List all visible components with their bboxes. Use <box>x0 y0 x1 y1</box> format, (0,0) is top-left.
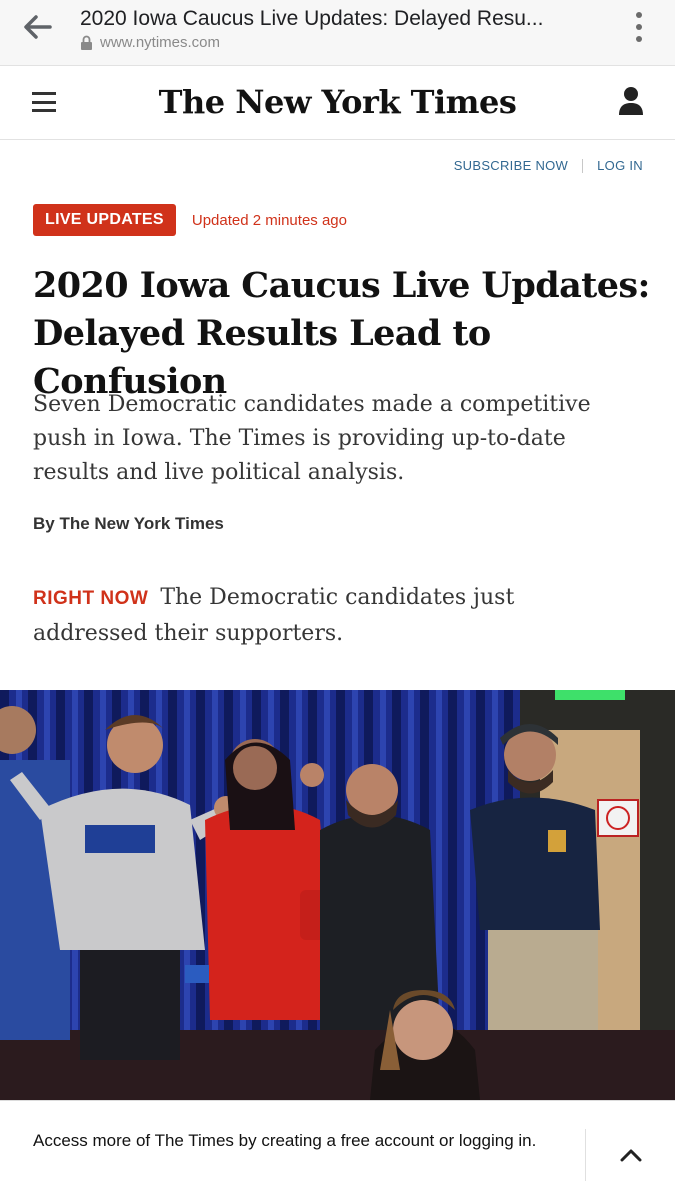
masthead: The New York Times <box>0 66 675 140</box>
byline: By The New York Times <box>33 514 224 533</box>
page-title: 2020 Iowa Caucus Live Updates: Delayed R… <box>80 7 544 30</box>
account-icon[interactable] <box>617 86 645 116</box>
divider <box>582 158 584 173</box>
lead-photo[interactable] <box>0 690 675 1100</box>
article-summary: Seven Democratic candidates made a compe… <box>33 392 591 485</box>
right-now-label: RIGHT NOW <box>33 588 149 609</box>
live-status-row: LIVE UPDATES Updated 2 minutes ago <box>33 204 347 236</box>
browser-bar: 2020 Iowa Caucus Live Updates: Delayed R… <box>0 0 675 66</box>
article-headline: 2020 Iowa Caucus Live Updates: Delayed R… <box>33 265 650 402</box>
kebab-menu-icon[interactable] <box>631 12 647 42</box>
login-link[interactable]: LOG IN <box>597 158 643 173</box>
registration-banner: Access more of The Times by creating a f… <box>0 1100 675 1200</box>
divider <box>585 1129 586 1181</box>
url-text: www.nytimes.com <box>100 34 221 51</box>
address-bar[interactable]: 2020 Iowa Caucus Live Updates: Delayed R… <box>80 6 580 51</box>
auth-links: SUBSCRIBE NOW LOG IN <box>454 158 643 173</box>
nyt-logo[interactable]: The New York Times <box>150 80 525 124</box>
registration-prompt[interactable]: Access more of The Times by creating a f… <box>33 1129 563 1152</box>
updated-timestamp: Updated 2 minutes ago <box>191 211 347 229</box>
chevron-up-icon[interactable] <box>617 1141 645 1169</box>
lock-icon <box>80 35 94 51</box>
hamburger-menu-icon[interactable] <box>32 92 56 112</box>
right-now-update: RIGHT NOW The Democratic candidates just … <box>33 580 633 651</box>
live-updates-badge: LIVE UPDATES <box>33 204 176 236</box>
subscribe-link[interactable]: SUBSCRIBE NOW <box>454 158 568 173</box>
back-arrow-icon[interactable] <box>18 10 58 44</box>
